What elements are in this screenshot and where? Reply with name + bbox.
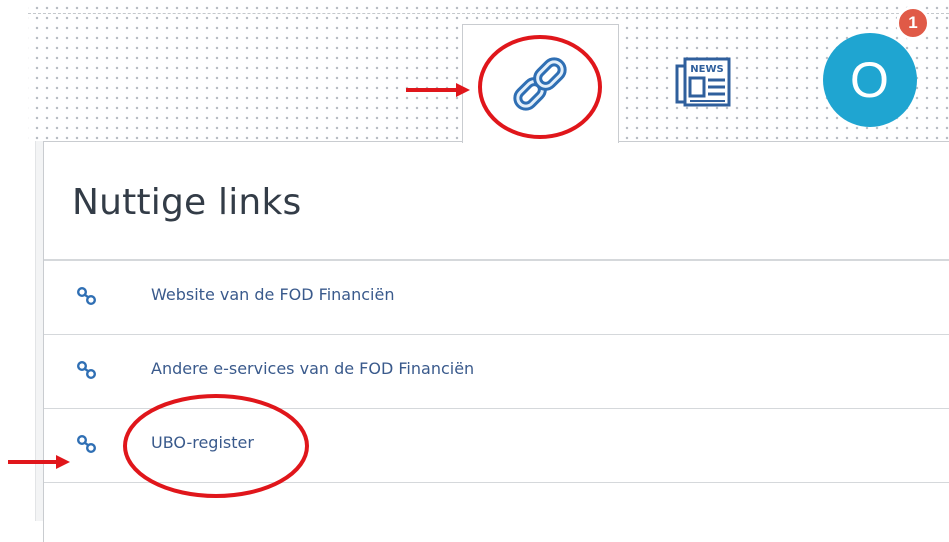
link-icon <box>77 287 96 305</box>
link-item-label[interactable]: UBO-register <box>151 433 254 452</box>
news-icon[interactable]: NEWS <box>674 56 732 108</box>
link-icon <box>77 361 96 379</box>
link-item-e-services[interactable]: Andere e-services van de FOD Financiën <box>44 335 949 409</box>
news-icon-label: NEWS <box>690 64 723 75</box>
link-item-label[interactable]: Website van de FOD Financiën <box>151 285 394 304</box>
link-item-website-fod[interactable]: Website van de FOD Financiën <box>44 261 949 335</box>
link-item-label[interactable]: Andere e-services van de FOD Financiën <box>151 359 474 378</box>
useful-links-tab[interactable] <box>462 24 619 143</box>
link-chain-icon <box>513 57 567 111</box>
useful-links-panel: Nuttige links Website van de FOD Financi… <box>43 141 949 542</box>
notification-badge: 1 <box>896 6 930 40</box>
user-avatar[interactable]: O <box>823 33 917 127</box>
header-top-divider <box>28 13 949 14</box>
panel-title: Nuttige links <box>72 182 302 223</box>
link-item-ubo-register[interactable]: UBO-register <box>44 409 949 483</box>
link-icon <box>77 435 96 453</box>
